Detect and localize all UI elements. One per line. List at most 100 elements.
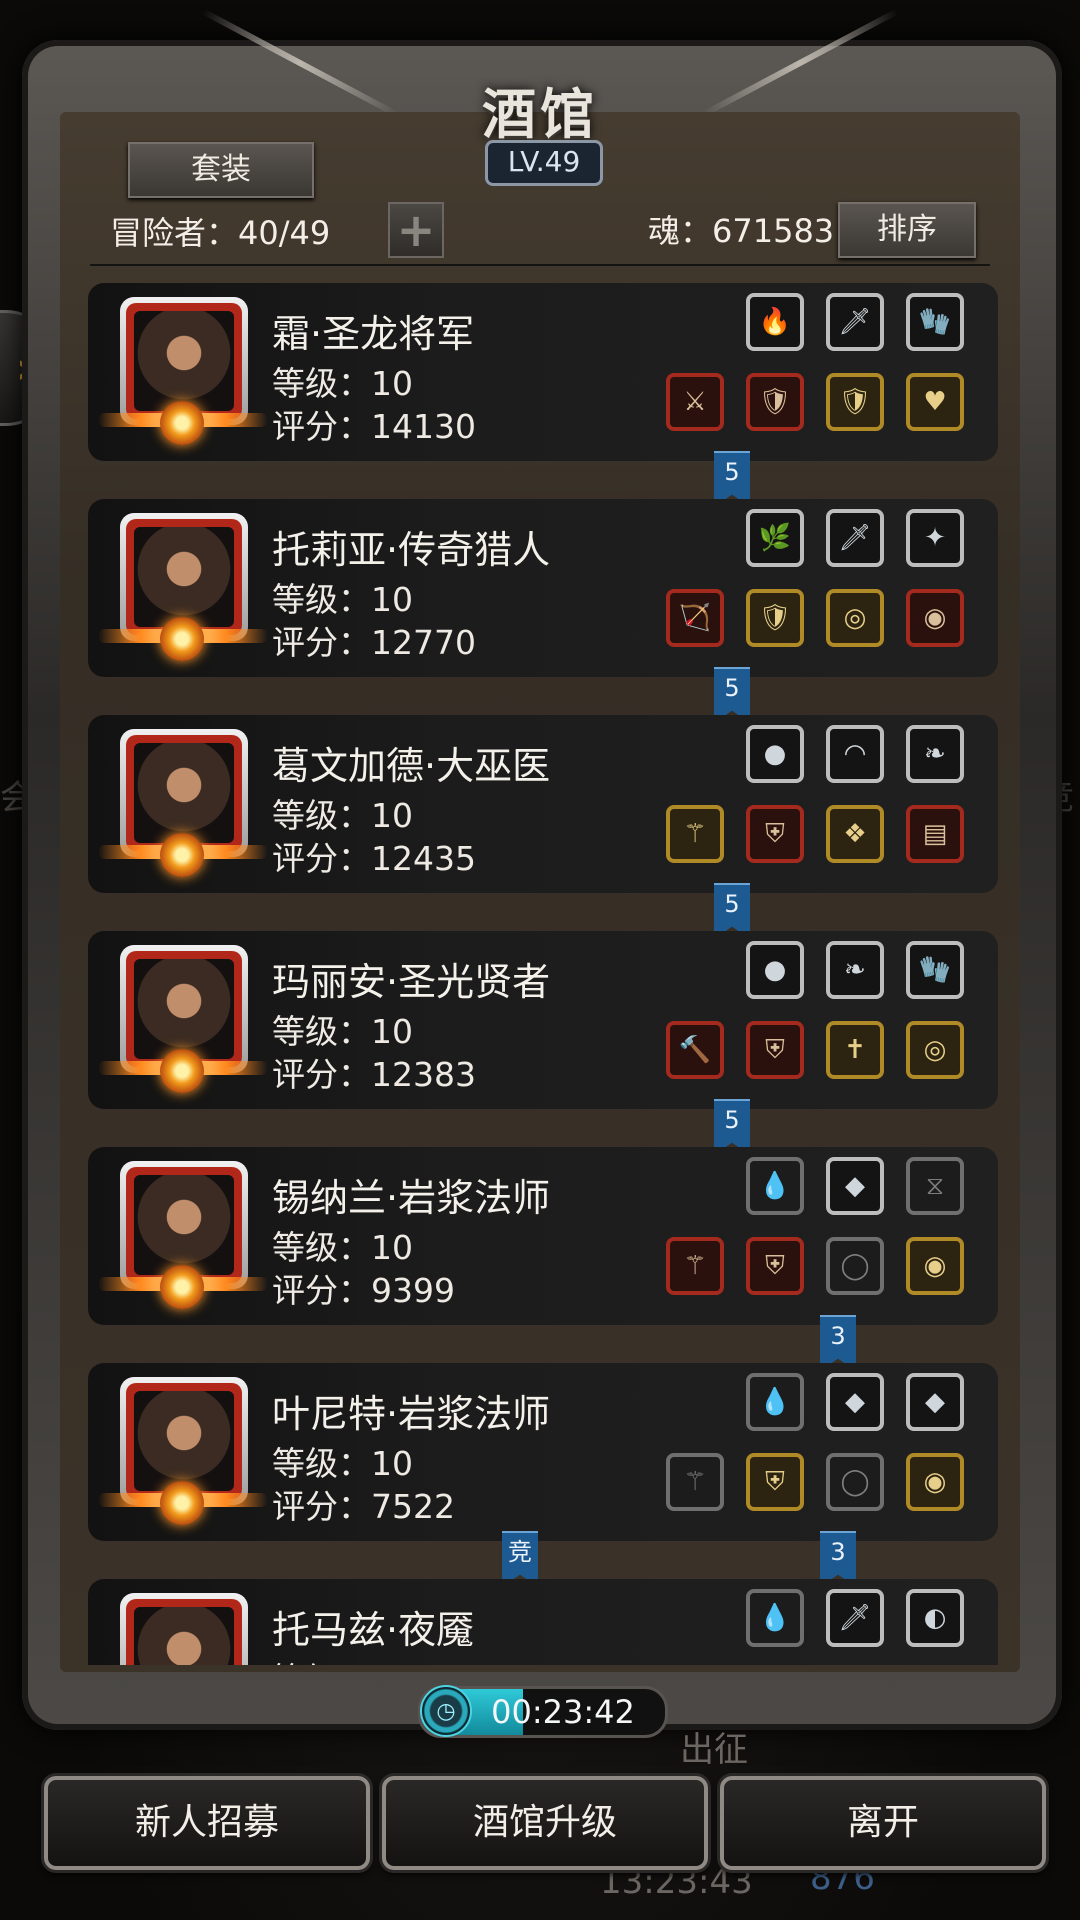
leave-button[interactable]: 离开 <box>720 1776 1046 1870</box>
hero-level: 等级：10 <box>272 796 413 835</box>
equipment-slot[interactable]: ⛨ <box>746 805 804 863</box>
hero-name: 叶尼特·岩浆法师 <box>272 1392 551 1436</box>
recruit-button[interactable]: 新人招募 <box>44 1776 370 1870</box>
add-adventurer-slot-button[interactable]: + <box>388 202 444 258</box>
hero-score: 评分：12435 <box>272 839 476 878</box>
hero-name: 玛丽安·圣光贤者 <box>272 960 551 1004</box>
equipment-slot[interactable]: ◆ <box>826 1157 884 1215</box>
hero-avatar <box>134 743 234 843</box>
hero-name: 托莉亚·传奇猎人 <box>272 528 551 572</box>
rank-emblem-icon <box>160 1265 204 1309</box>
portrait-frame <box>126 1599 242 1665</box>
hero-name: 霜·圣龙将军 <box>272 312 475 356</box>
equipment-slot[interactable]: 🗡 <box>826 509 884 567</box>
hero-portrait[interactable] <box>120 1593 248 1665</box>
hero-name: 葛文加德·大巫医 <box>272 744 551 788</box>
equipment-slot[interactable]: ⚚ <box>666 805 724 863</box>
hero-avatar <box>134 1607 234 1665</box>
hero-card[interactable]: 锡纳兰·岩浆法师 等级：10 评分：9399 💧 ◆ ⧖ ⚚ ⛨ ◯ ◉ <box>88 1147 998 1325</box>
equipment-slot[interactable]: 🛡 <box>826 373 884 431</box>
equipment-slot[interactable]: 🗡 <box>826 1589 884 1647</box>
hero-card[interactable]: 托莉亚·传奇猎人 等级：10 评分：12770 🌿 🗡 ✦ 🏹 🛡 ◎ ◉ <box>88 499 998 677</box>
hero-avatar <box>134 311 234 411</box>
equipment-slot[interactable]: ⧖ <box>906 1157 964 1215</box>
equipment-slot[interactable]: ✝ <box>826 1021 884 1079</box>
equipment-slot[interactable]: ⚔ <box>666 373 724 431</box>
equipment-slot[interactable]: ◉ <box>906 589 964 647</box>
equipment-slot[interactable]: 💧 <box>746 1589 804 1647</box>
hero-score: 评分：14130 <box>272 407 476 446</box>
equipment-slot[interactable]: ◎ <box>826 589 884 647</box>
equipment-slot[interactable]: ◆ <box>826 1373 884 1431</box>
page-title: 酒馆 <box>482 82 598 146</box>
equipment-slot[interactable]: ♥ <box>906 373 964 431</box>
equipment-slot[interactable]: ◐ <box>906 1589 964 1647</box>
hero-list[interactable]: 霜·圣龙将军 等级：10 评分：14130 🔥 🗡 🧤 ⚔ 🛡 🛡 ♥ 5 托莉亚·传奇猎人 … <box>88 283 1008 1665</box>
hero-card[interactable]: 玛丽安·圣光贤者 等级：10 评分：12383 ● ❧ 🧤 🔨 ⛨ ✝ ◎ <box>88 931 998 1109</box>
hero-score: 评分：12383 <box>272 1055 476 1094</box>
equipment-slot[interactable]: ❖ <box>826 805 884 863</box>
equipment-slot[interactable]: ⚚ <box>666 1453 724 1511</box>
upgrade-tavern-button[interactable]: 酒馆升级 <box>382 1776 708 1870</box>
hero-score: 评分：12770 <box>272 623 476 662</box>
adventurer-count: 冒险者：40/49 <box>110 214 331 252</box>
rank-emblem-icon <box>160 401 204 445</box>
hero-score: 评分：7522 <box>272 1487 455 1526</box>
sort-button[interactable]: 排序 <box>838 202 976 258</box>
hero-level: 等级：10 <box>272 1228 413 1267</box>
equipment-slot[interactable]: ⚚ <box>666 1237 724 1295</box>
equipment-slot[interactable]: 🧤 <box>906 941 964 999</box>
equipment-slot[interactable]: 🔥 <box>746 293 804 351</box>
equipment-slot[interactable]: 💧 <box>746 1157 804 1215</box>
hero-avatar <box>134 527 234 627</box>
equipment-slot[interactable]: 🔨 <box>666 1021 724 1079</box>
background-expedition-text: 出征 <box>680 1730 748 1770</box>
equipment-slot[interactable]: ◉ <box>906 1237 964 1295</box>
equipment-slot[interactable]: ▤ <box>906 805 964 863</box>
hero-card[interactable]: 霜·圣龙将军 等级：10 评分：14130 🔥 🗡 🧤 ⚔ 🛡 🛡 ♥ <box>88 283 998 461</box>
equipment-slot[interactable]: 🧤 <box>906 293 964 351</box>
hero-name: 锡纳兰·岩浆法师 <box>272 1176 551 1220</box>
equipment-slot[interactable]: ◯ <box>826 1237 884 1295</box>
equipment-slot[interactable]: ◉ <box>906 1453 964 1511</box>
hero-card[interactable]: 葛文加德·大巫医 等级：10 评分：12435 ● ◠ ❧ ⚚ ⛨ ❖ ▤ <box>88 715 998 893</box>
equipment-slot[interactable]: ◎ <box>906 1021 964 1079</box>
hero-name: 托马兹·夜魇 <box>272 1608 475 1652</box>
equipment-slot[interactable]: ✦ <box>906 509 964 567</box>
equipment-slot[interactable]: ◆ <box>906 1373 964 1431</box>
header-divider <box>90 264 990 266</box>
equipment-slot[interactable]: 🗡 <box>826 293 884 351</box>
equipment-slot[interactable]: ⛨ <box>746 1453 804 1511</box>
clock-icon: ◷ <box>420 1685 472 1737</box>
equipment-slot[interactable]: ❧ <box>906 725 964 783</box>
equipment-slot[interactable]: 💧 <box>746 1373 804 1431</box>
hero-level: 等级：10 <box>272 580 413 619</box>
hero-card[interactable]: 叶尼特·岩浆法师 等级：10 评分：7522 💧 ◆ ◆ ⚚ ⛨ ◯ ◉ <box>88 1363 998 1541</box>
hero-card[interactable]: 托马兹·夜魇 等级：10 💧 🗡 ◐ <box>88 1579 998 1665</box>
hero-level: 等级：10 <box>272 1653 413 1665</box>
equipment-slot[interactable]: 🌿 <box>746 509 804 567</box>
soul-count: 魂：671583 <box>648 212 835 250</box>
equipment-slot[interactable]: ● <box>746 941 804 999</box>
hero-avatar <box>134 1175 234 1275</box>
equipment-slot[interactable]: 🛡 <box>746 589 804 647</box>
equipment-slot[interactable]: ● <box>746 725 804 783</box>
equipment-slot[interactable]: ❧ <box>826 941 884 999</box>
equipment-slot[interactable]: 🛡 <box>746 373 804 431</box>
tavern-level-badge: LV.49 <box>485 140 603 186</box>
equipment-slot[interactable]: ⛨ <box>746 1021 804 1079</box>
rank-emblem-icon <box>160 833 204 877</box>
rank-emblem-icon <box>160 617 204 661</box>
equipment-slot[interactable]: ◠ <box>826 725 884 783</box>
equipment-slot[interactable]: ⛨ <box>746 1237 804 1295</box>
rank-emblem-icon <box>160 1481 204 1525</box>
hero-level: 等级：10 <box>272 1012 413 1051</box>
hero-level: 等级：10 <box>272 1444 413 1483</box>
hero-avatar <box>134 959 234 1059</box>
equipment-slot[interactable]: 🏹 <box>666 589 724 647</box>
equipment-slot[interactable]: ◯ <box>826 1453 884 1511</box>
hero-score: 评分：9399 <box>272 1271 455 1310</box>
hero-level: 等级：10 <box>272 364 413 403</box>
set-button[interactable]: 套装 <box>128 142 314 198</box>
rank-emblem-icon <box>160 1049 204 1093</box>
